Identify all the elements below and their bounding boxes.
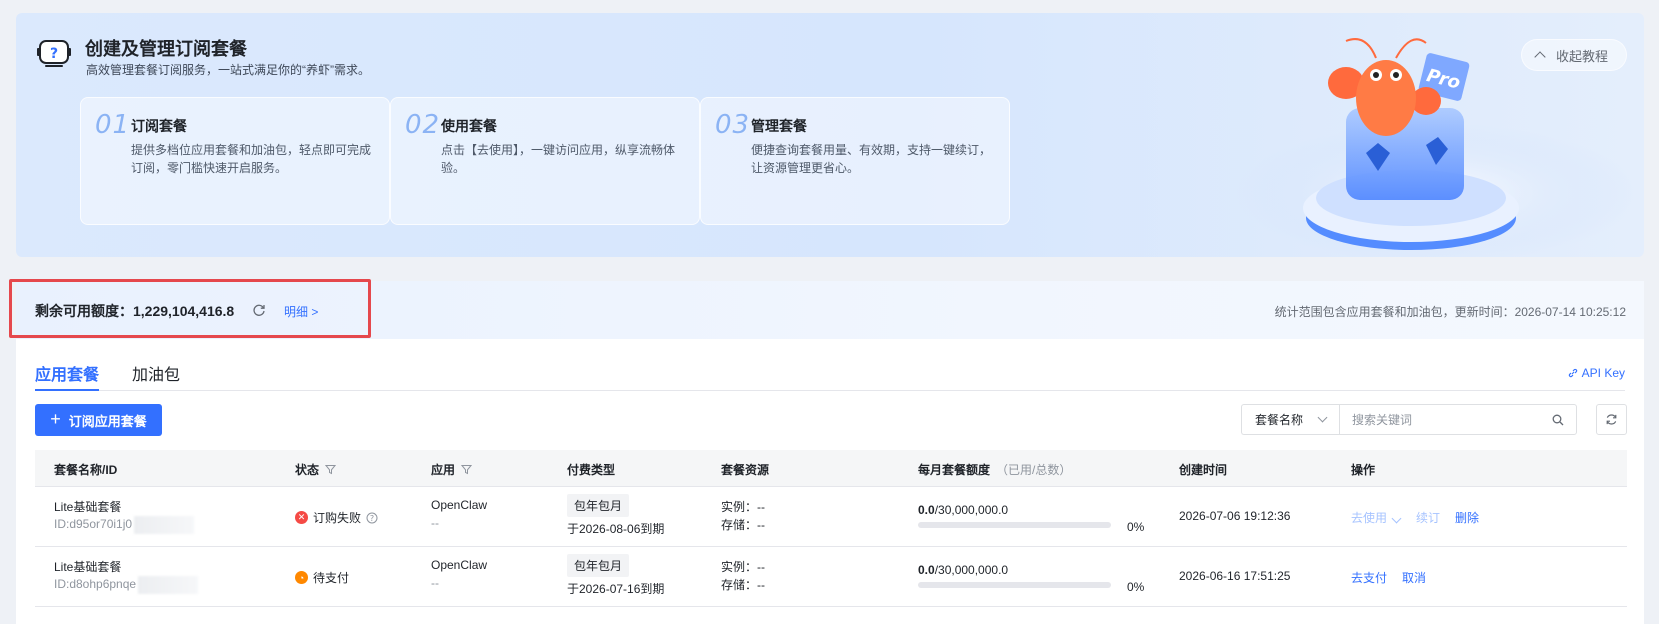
status-badge: ✕ 订购失败 ? bbox=[295, 509, 378, 526]
col-resources: 套餐资源 bbox=[721, 463, 770, 477]
step-description: 便捷查询套餐用量、有效期，支持一键续订，让资源管理更省心。 bbox=[751, 143, 992, 175]
package-name: Lite基础套餐 bbox=[54, 560, 122, 574]
filter-icon[interactable] bbox=[461, 464, 473, 475]
pending-clock-icon: ◔ bbox=[295, 571, 308, 584]
package-tabs: 应用套餐 加油包 bbox=[35, 361, 1625, 391]
plus-icon: + bbox=[50, 409, 61, 429]
cancel-button[interactable]: 取消 bbox=[1402, 571, 1426, 585]
app-sub: -- bbox=[431, 576, 439, 590]
step-title: 订阅套餐 bbox=[131, 118, 187, 134]
instances: 实例：-- bbox=[721, 560, 765, 574]
help-icon[interactable]: ? bbox=[366, 512, 378, 524]
status-badge: ◔ 待支付 bbox=[295, 569, 349, 586]
filter-icon[interactable] bbox=[325, 464, 337, 475]
col-pay-type: 付费类型 bbox=[567, 463, 616, 477]
app-name: OpenClaw bbox=[431, 558, 488, 572]
chevron-down-icon[interactable] bbox=[1391, 513, 1402, 524]
step-description: 点击【去使用】，一键访问应用，纵享流畅体验。 bbox=[441, 143, 676, 175]
go-pay-button[interactable]: 去支付 bbox=[1351, 571, 1387, 585]
step-number: 02 bbox=[405, 110, 441, 140]
package-name: Lite基础套餐 bbox=[54, 500, 122, 514]
banner-title: 创建及管理订阅套餐 bbox=[85, 39, 247, 59]
go-use-button[interactable]: 去使用 bbox=[1351, 511, 1387, 525]
app-sub: -- bbox=[431, 516, 439, 530]
api-key-link[interactable]: API Key bbox=[1568, 366, 1625, 380]
chevron-down-icon bbox=[1317, 412, 1328, 423]
filter-select-value: 套餐名称 bbox=[1255, 413, 1304, 427]
highlight-box bbox=[9, 279, 371, 338]
col-status: 状态 bbox=[295, 461, 337, 478]
renew-button[interactable]: 续订 bbox=[1416, 511, 1440, 525]
col-actions: 操作 bbox=[1351, 463, 1376, 477]
step-title: 使用套餐 bbox=[441, 118, 497, 134]
step-description: 提供多档位应用套餐和加油包，轻点即可完成订阅，零门槛快速开启服务。 bbox=[131, 143, 372, 175]
created-time: 2026-07-06 19:12:36 bbox=[1179, 509, 1291, 523]
subscribe-button-label: 订阅应用套餐 bbox=[68, 413, 147, 429]
svg-text:?: ? bbox=[370, 514, 374, 523]
step-card-use: 02 使用套餐 点击【去使用】，一键访问应用，纵享流畅体验。 bbox=[390, 97, 700, 225]
search-box bbox=[1339, 404, 1577, 435]
step-number: 03 bbox=[715, 110, 751, 140]
search-icon[interactable] bbox=[1552, 414, 1564, 426]
table-row: Lite基础套餐 ID:d8ohp6pnqe ◔ 待支付 OpenClaw --… bbox=[35, 547, 1627, 607]
step-number: 01 bbox=[95, 110, 131, 140]
quota-progress-bar bbox=[918, 522, 1111, 528]
tab-booster-packs[interactable]: 加油包 bbox=[132, 361, 180, 391]
row-actions: 去使用 续订 删除 bbox=[1351, 509, 1494, 526]
col-created: 创建时间 bbox=[1179, 463, 1228, 477]
row-actions: 去支付 取消 bbox=[1351, 569, 1441, 586]
link-icon bbox=[1568, 368, 1577, 378]
packages-panel: 应用套餐 加油包 API Key + 订阅应用套餐 套餐名称 套餐名称/ID bbox=[16, 339, 1644, 624]
step-card-subscribe: 01 订阅套餐 提供多档位应用套餐和加油包，轻点即可完成订阅，零门槛快速开启服务… bbox=[80, 97, 390, 225]
expire-date: 于2026-08-06到期 bbox=[567, 522, 665, 536]
tutorial-banner: ? 创建及管理订阅套餐 高效管理套餐订阅服务，一站式满足你的“养虾”需求。 01… bbox=[16, 13, 1644, 257]
quota-progress-bar bbox=[918, 582, 1111, 588]
step-title: 管理套餐 bbox=[751, 118, 807, 134]
quota-percent: 0% bbox=[1127, 520, 1145, 534]
refresh-icon bbox=[1606, 414, 1617, 425]
table-header: 套餐名称/ID 状态 应用 付费类型 套餐资源 每月套餐额度 （已用/总数） 创建… bbox=[35, 450, 1627, 487]
table-row: Lite基础套餐 ID:d95or70i1j0 ✕ 订购失败 ? OpenCla… bbox=[35, 487, 1627, 547]
storage: 存储：-- bbox=[721, 578, 765, 592]
expire-date: 于2026-07-16到期 bbox=[567, 582, 665, 596]
search-input[interactable] bbox=[1340, 405, 1540, 434]
step-card-manage: 03 管理套餐 便捷查询套餐用量、有效期，支持一键续订，让资源管理更省心。 bbox=[700, 97, 1010, 225]
subscribe-app-package-button[interactable]: + 订阅应用套餐 bbox=[35, 404, 162, 436]
quota-update-note: 统计范围包含应用套餐和加油包，更新时间：2026-07-14 10:25:12 bbox=[1274, 305, 1626, 319]
quota-usage: 0.0/30,000,000.0 bbox=[918, 563, 1111, 588]
collapse-tutorial-button[interactable]: 收起教程 bbox=[1521, 39, 1627, 71]
app-name: OpenClaw bbox=[431, 498, 488, 512]
package-id: ID:d8ohp6pnqe bbox=[54, 576, 199, 594]
tab-app-packages[interactable]: 应用套餐 bbox=[35, 361, 100, 391]
delete-button[interactable]: 删除 bbox=[1455, 511, 1479, 525]
col-app: 应用 bbox=[431, 461, 473, 478]
package-id: ID:d95or70i1j0 bbox=[54, 516, 195, 534]
quota-percent: 0% bbox=[1127, 580, 1145, 594]
instances: 实例：-- bbox=[721, 500, 765, 514]
svg-text:?: ? bbox=[50, 46, 58, 62]
col-monthly-quota: 每月套餐额度 （已用/总数） bbox=[918, 463, 1072, 477]
api-key-label: API Key bbox=[1581, 366, 1625, 380]
reload-table-button[interactable] bbox=[1596, 404, 1627, 435]
banner-subtitle: 高效管理套餐订阅服务，一站式满足你的“养虾”需求。 bbox=[86, 63, 370, 77]
storage: 存储：-- bbox=[721, 518, 765, 532]
col-name: 套餐名称/ID bbox=[54, 463, 118, 477]
chevron-up-icon bbox=[1534, 51, 1546, 63]
help-robot-icon: ? bbox=[37, 40, 71, 67]
quota-usage: 0.0/30,000,000.0 bbox=[918, 503, 1111, 528]
collapse-tutorial-label: 收起教程 bbox=[1556, 48, 1609, 64]
created-time: 2026-06-16 17:51:25 bbox=[1179, 569, 1291, 583]
filter-field-select[interactable]: 套餐名称 bbox=[1241, 404, 1339, 435]
pay-type-tag: 包年包月 bbox=[567, 554, 630, 577]
error-icon: ✕ bbox=[295, 511, 308, 524]
pay-type-tag: 包年包月 bbox=[567, 494, 630, 517]
